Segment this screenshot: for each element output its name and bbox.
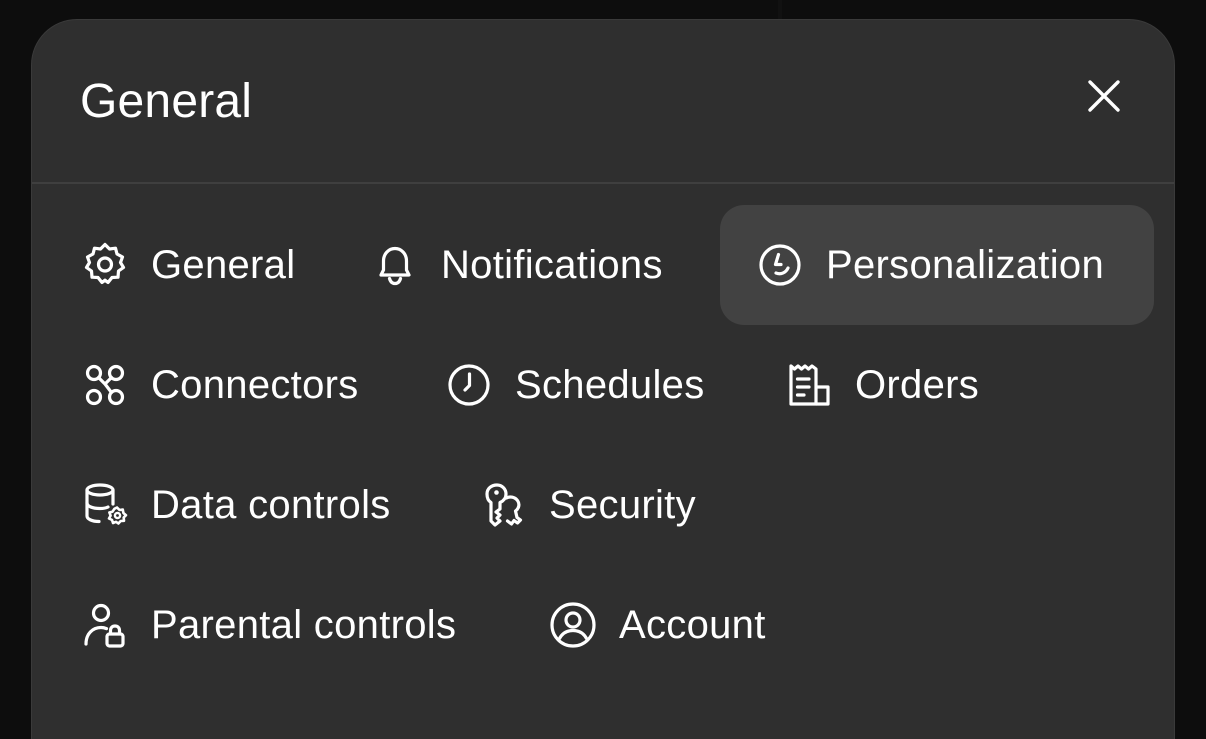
gear-icon bbox=[80, 240, 130, 290]
menu-item-label: Schedules bbox=[515, 363, 705, 407]
menu-item-orders[interactable]: Orders bbox=[784, 325, 979, 445]
backdrop-divider bbox=[778, 0, 782, 20]
bell-icon bbox=[370, 240, 420, 290]
menu-item-notifications[interactable]: Notifications bbox=[370, 205, 663, 325]
keys-icon bbox=[478, 480, 528, 530]
menu-item-personalization[interactable]: Personalization bbox=[720, 205, 1154, 325]
clock-icon bbox=[444, 360, 494, 410]
menu-item-parental-controls[interactable]: Parental controls bbox=[80, 565, 456, 685]
menu-item-label: Data controls bbox=[151, 483, 391, 527]
menu-item-schedules[interactable]: Schedules bbox=[444, 325, 705, 445]
receipt-icon bbox=[784, 360, 834, 410]
dialog-header: General bbox=[32, 20, 1174, 184]
menu-item-general[interactable]: General bbox=[80, 205, 295, 325]
menu-item-account[interactable]: Account bbox=[548, 565, 766, 685]
user-lock-icon bbox=[80, 600, 130, 650]
menu-item-data-controls[interactable]: Data controls bbox=[80, 445, 391, 565]
menu-item-label: Parental controls bbox=[151, 603, 457, 647]
user-circle-icon bbox=[548, 600, 598, 650]
close-button[interactable] bbox=[1082, 74, 1126, 118]
menu-item-label: Connectors bbox=[151, 363, 359, 407]
menu-item-label: Notifications bbox=[441, 243, 663, 287]
database-gear-icon bbox=[80, 480, 130, 530]
dialog-title: General bbox=[80, 75, 253, 128]
connectors-icon bbox=[80, 360, 130, 410]
menu-item-label: Security bbox=[549, 483, 696, 527]
menu-item-label: Orders bbox=[855, 363, 980, 407]
menu-item-label: General bbox=[151, 243, 296, 287]
menu-item-security[interactable]: Security bbox=[478, 445, 696, 565]
close-icon bbox=[1088, 80, 1120, 112]
menu-item-label: Personalization bbox=[826, 243, 1104, 287]
settings-dialog: General General Notifications Personaliz… bbox=[31, 19, 1175, 739]
menu-item-label: Account bbox=[619, 603, 766, 647]
smiley-icon bbox=[755, 240, 805, 290]
menu-item-connectors[interactable]: Connectors bbox=[80, 325, 359, 445]
